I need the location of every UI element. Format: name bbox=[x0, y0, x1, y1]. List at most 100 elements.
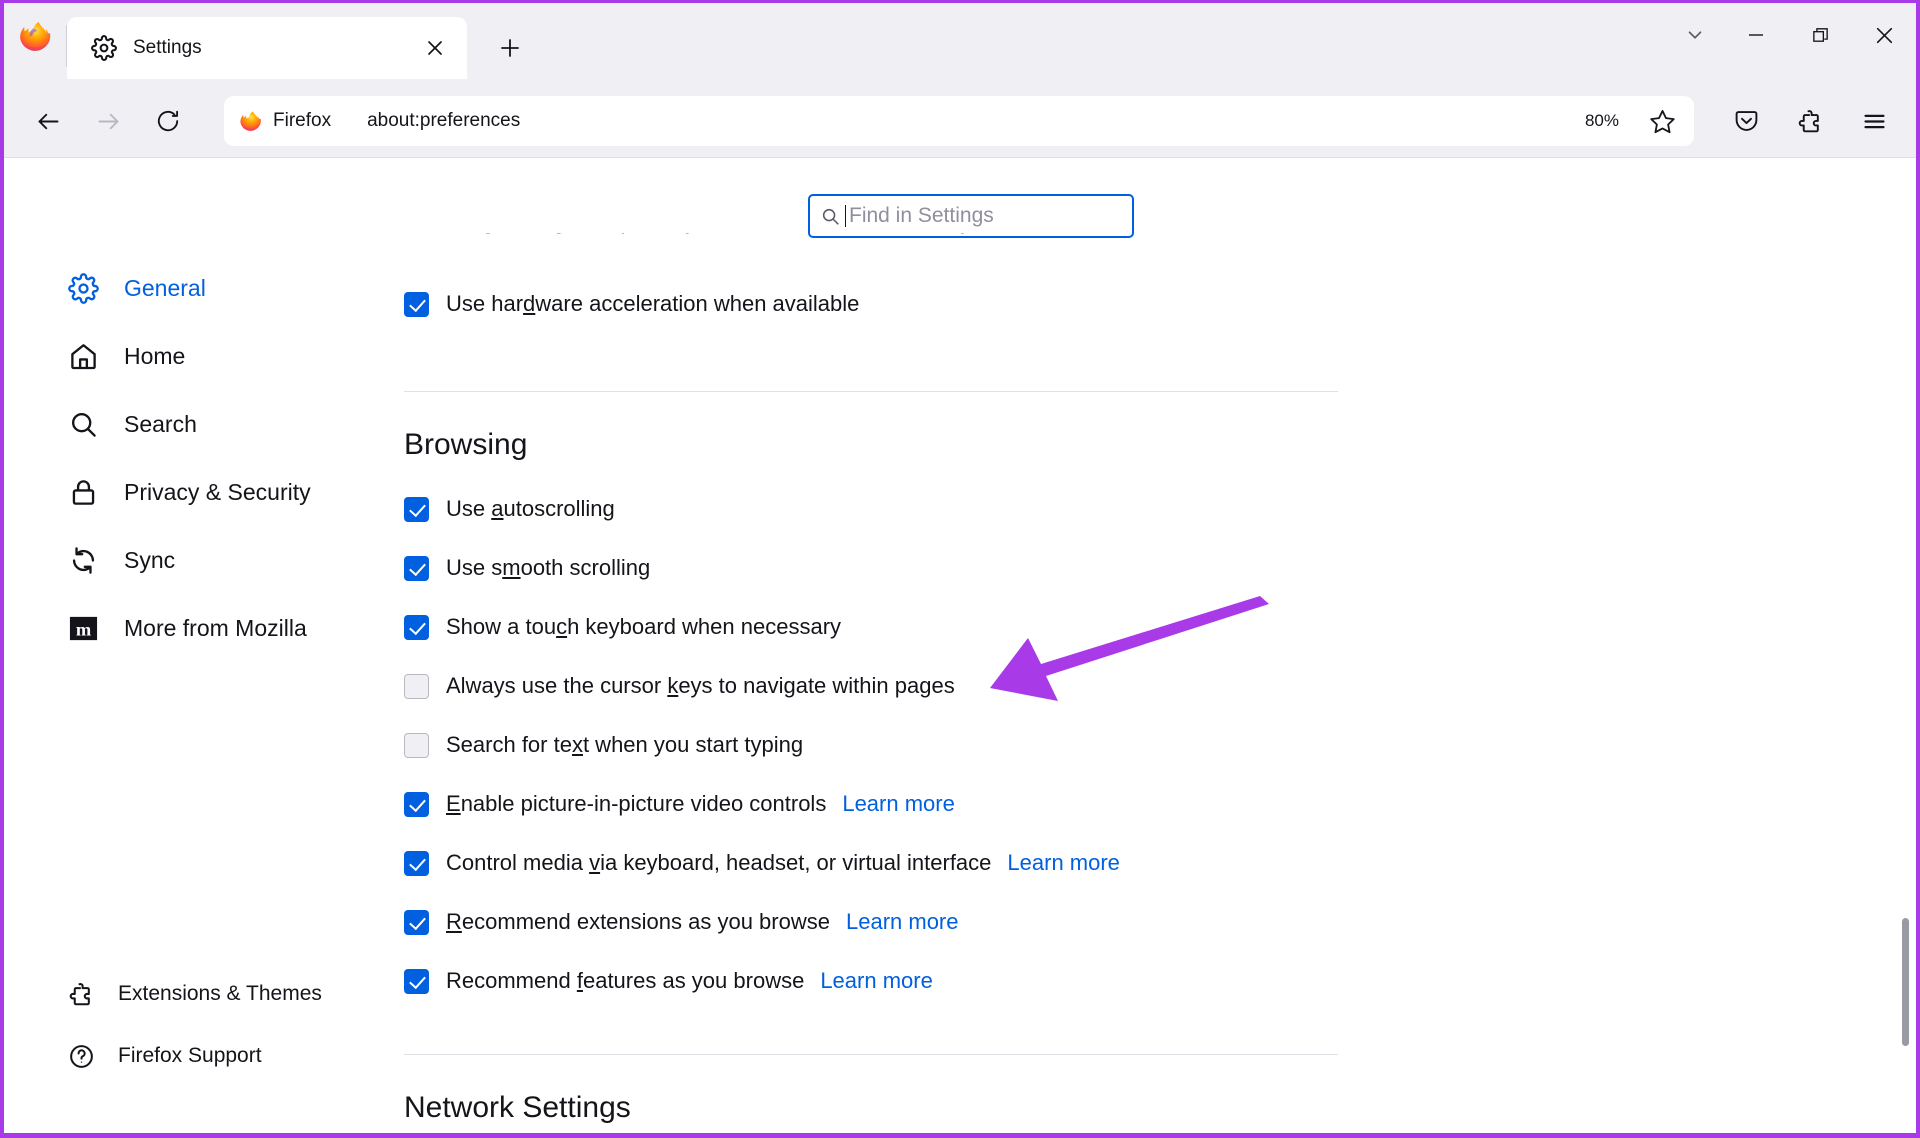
pref-use-autoscrolling[interactable]: Use autoscrolling bbox=[372, 488, 1916, 530]
learn-more-link[interactable]: Learn more bbox=[846, 909, 959, 935]
new-tab-button[interactable] bbox=[487, 25, 533, 71]
pref-cursor-keys-navigate[interactable]: Always use the cursor keys to navigate w… bbox=[372, 665, 1916, 707]
sidebar-item-label: Sync bbox=[124, 546, 176, 573]
section-divider bbox=[404, 391, 1338, 392]
pref-label: Always use the cursor keys to navigate w… bbox=[446, 673, 955, 698]
sidebar-item-label: General bbox=[124, 274, 206, 301]
sidebar-item-sync[interactable]: Sync bbox=[4, 526, 346, 594]
settings-main-pane: Find in Settings Browsing settings are p… bbox=[372, 158, 1916, 1133]
checkbox-control-media[interactable] bbox=[404, 850, 429, 876]
url-input[interactable]: about:preferences bbox=[367, 110, 1572, 132]
pref-label: Control media via keyboard, headset, or … bbox=[446, 850, 992, 875]
sidebar-item-label: Search bbox=[124, 410, 197, 437]
sidebar-item-firefox-support[interactable]: Firefox Support bbox=[4, 1025, 346, 1087]
checkbox-recommend-extensions[interactable] bbox=[404, 909, 429, 935]
bookmark-star-icon[interactable] bbox=[1638, 99, 1686, 143]
svg-text:m: m bbox=[75, 619, 90, 639]
settings-page: General Home Search Privacy & Security S… bbox=[4, 158, 1916, 1133]
reload-button[interactable] bbox=[142, 95, 194, 147]
checkbox-show-touch-keyboard[interactable] bbox=[404, 614, 429, 640]
sidebar-item-label: Home bbox=[124, 342, 186, 369]
sidebar-item-general[interactable]: General bbox=[4, 254, 346, 322]
search-icon bbox=[820, 206, 841, 227]
app-menu-hamburger-icon[interactable] bbox=[1846, 95, 1902, 147]
lock-icon bbox=[66, 475, 100, 509]
gear-icon bbox=[66, 271, 100, 305]
pref-recommend-features[interactable]: Recommend features as you browse Learn m… bbox=[372, 960, 1916, 1002]
firefox-favicon-icon bbox=[240, 110, 261, 131]
sync-icon bbox=[66, 543, 100, 577]
clipped-text-line: Browsing settings are partially scrolled… bbox=[372, 233, 1916, 257]
sidebar-item-label: Firefox Support bbox=[118, 1044, 262, 1067]
tab-strip: Settings bbox=[4, 3, 1916, 85]
sidebar-item-privacy-security[interactable]: Privacy & Security bbox=[4, 458, 346, 526]
vertical-scrollbar[interactable] bbox=[1897, 158, 1913, 1133]
preferences-scroll-area[interactable]: Browsing settings are partially scrolled… bbox=[372, 233, 1916, 1133]
pocket-icon[interactable] bbox=[1718, 95, 1774, 147]
back-button[interactable] bbox=[22, 95, 74, 147]
browser-window: Settings Firefox about:preferences 80% G… bbox=[0, 0, 1920, 1138]
tab-title: Settings bbox=[133, 37, 202, 58]
sidebar-item-label: Extensions & Themes bbox=[118, 982, 322, 1005]
checkbox-recommend-features[interactable] bbox=[404, 968, 429, 994]
sidebar-item-label: Privacy & Security bbox=[124, 478, 311, 505]
pref-search-text-on-typing[interactable]: Search for text when you start typing bbox=[372, 724, 1916, 766]
pref-hardware-acceleration[interactable]: Use hardware acceleration when available bbox=[372, 283, 1916, 325]
firefox-logo-icon bbox=[4, 3, 66, 85]
checkbox-cursor-keys-navigate[interactable] bbox=[404, 673, 429, 699]
pref-label: Use smooth scrolling bbox=[446, 555, 651, 580]
sidebar-item-home[interactable]: Home bbox=[4, 322, 346, 390]
gear-icon bbox=[91, 35, 117, 61]
clipped-text: Browsing settings are partially scrolled… bbox=[404, 233, 971, 235]
mozilla-icon: m bbox=[66, 611, 100, 645]
navigation-toolbar: Firefox about:preferences 80% bbox=[4, 85, 1916, 158]
checkbox-use-smooth-scrolling[interactable] bbox=[404, 555, 429, 581]
tab-list: Settings bbox=[67, 3, 533, 85]
section-title-network: Network Settings bbox=[404, 1091, 631, 1124]
sidebar-item-search[interactable]: Search bbox=[4, 390, 346, 458]
close-window-button[interactable] bbox=[1852, 10, 1916, 60]
preferences-content: Browsing settings are partially scrolled… bbox=[372, 233, 1916, 1133]
sidebar-item-more-from-mozilla[interactable]: m More from Mozilla bbox=[4, 594, 346, 662]
identity-label: Firefox bbox=[273, 110, 332, 131]
zoom-level-badge[interactable]: 80% bbox=[1571, 104, 1632, 138]
learn-more-link[interactable]: Learn more bbox=[820, 968, 933, 994]
tab-settings[interactable]: Settings bbox=[67, 17, 467, 79]
checkbox-search-text-on-typing[interactable] bbox=[404, 732, 429, 758]
restore-button[interactable] bbox=[1788, 10, 1852, 60]
pref-label: Recommend extensions as you browse bbox=[446, 909, 830, 934]
puzzle-icon bbox=[66, 979, 96, 1009]
learn-more-link[interactable]: Learn more bbox=[842, 791, 955, 817]
settings-sidebar: General Home Search Privacy & Security S… bbox=[4, 158, 372, 1133]
window-controls bbox=[1666, 3, 1916, 85]
search-icon bbox=[66, 407, 100, 441]
extensions-puzzle-icon[interactable] bbox=[1782, 95, 1838, 147]
sidebar-item-extensions-themes[interactable]: Extensions & Themes bbox=[4, 963, 346, 1025]
checkbox-use-autoscrolling[interactable] bbox=[404, 496, 429, 522]
address-bar[interactable]: Firefox about:preferences 80% bbox=[224, 96, 1694, 146]
identity-box[interactable]: Firefox bbox=[227, 99, 346, 143]
pref-control-media[interactable]: Control media via keyboard, headset, or … bbox=[372, 842, 1916, 884]
pref-label: Enable picture-in-picture video controls bbox=[446, 791, 827, 816]
close-icon[interactable] bbox=[417, 30, 453, 66]
pref-show-touch-keyboard[interactable]: Show a touch keyboard when necessary bbox=[372, 606, 1916, 648]
pref-label: Show a touch keyboard when necessary bbox=[446, 614, 842, 639]
section-title-browsing: Browsing bbox=[404, 428, 528, 461]
sidebar-footer: Extensions & Themes Firefox Support bbox=[4, 963, 372, 1133]
search-input[interactable]: Find in Settings bbox=[808, 194, 1134, 238]
pref-use-smooth-scrolling[interactable]: Use smooth scrolling bbox=[372, 547, 1916, 589]
pref-label: Use hardware acceleration when available bbox=[446, 291, 860, 316]
pref-recommend-extensions[interactable]: Recommend extensions as you browse Learn… bbox=[372, 901, 1916, 943]
learn-more-link[interactable]: Learn more bbox=[1007, 850, 1120, 876]
checkbox-picture-in-picture[interactable] bbox=[404, 791, 429, 817]
sidebar-item-label: More from Mozilla bbox=[124, 614, 307, 641]
tab-list-dropdown-button[interactable] bbox=[1666, 13, 1724, 57]
question-icon bbox=[66, 1041, 96, 1071]
forward-button[interactable] bbox=[82, 95, 134, 147]
section-divider bbox=[404, 1054, 1338, 1055]
checkbox-hardware-acceleration[interactable] bbox=[404, 291, 429, 317]
pref-picture-in-picture[interactable]: Enable picture-in-picture video controls… bbox=[372, 783, 1916, 825]
minimize-button[interactable] bbox=[1724, 10, 1788, 60]
scrollbar-thumb[interactable] bbox=[1902, 918, 1909, 1046]
